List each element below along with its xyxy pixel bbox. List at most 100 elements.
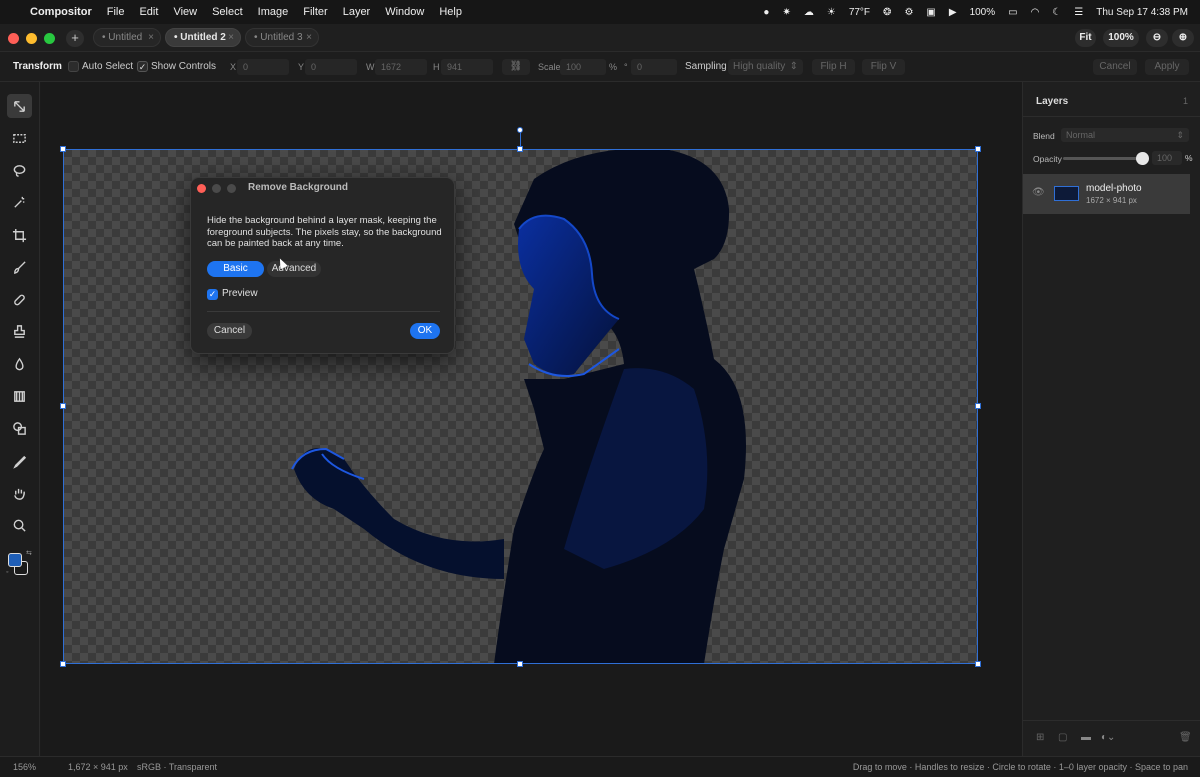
layer-name[interactable]: model-photo bbox=[1086, 183, 1142, 194]
menu-layer[interactable]: Layer bbox=[343, 6, 371, 18]
menu-edit[interactable]: Edit bbox=[139, 6, 158, 18]
dialog-divider bbox=[207, 311, 440, 312]
menu-app-name[interactable]: Compositor bbox=[30, 6, 92, 18]
trash-icon[interactable]: 🗑 bbox=[1179, 732, 1192, 743]
menu-select[interactable]: Select bbox=[212, 6, 243, 18]
tab-close-icon[interactable]: × bbox=[306, 29, 312, 46]
stamp-tool-icon[interactable] bbox=[7, 319, 32, 343]
reset-colors-icon[interactable]: ◦ bbox=[6, 569, 8, 576]
swap-colors-icon[interactable]: ⇆ bbox=[26, 549, 32, 557]
control-icon[interactable]: ⚙ bbox=[904, 7, 913, 18]
rotate-handle[interactable] bbox=[517, 127, 523, 133]
move-tool-icon[interactable] bbox=[7, 94, 32, 118]
menu-file[interactable]: File bbox=[107, 6, 125, 18]
dialog-title: Remove Background bbox=[248, 182, 349, 193]
new-folder-icon[interactable]: ▢ bbox=[1058, 732, 1067, 743]
foreground-color-swatch[interactable] bbox=[8, 553, 22, 567]
handle-top-right[interactable] bbox=[975, 146, 981, 152]
mode-basic-button[interactable]: Basic bbox=[207, 261, 264, 277]
control-center-icon[interactable]: ☰ bbox=[1074, 7, 1083, 18]
weather-icon[interactable]: ☀ bbox=[827, 7, 836, 18]
blend-mode-select[interactable]: Normal ⇕ bbox=[1061, 128, 1189, 142]
status-zoom: 156% bbox=[13, 762, 37, 772]
maximize-window-button[interactable] bbox=[44, 33, 55, 44]
layer-row[interactable]: 👁 model-photo 1672 × 941 px bbox=[1023, 174, 1190, 214]
moon-icon[interactable]: ☾ bbox=[1052, 7, 1061, 18]
dialog-close-button[interactable] bbox=[197, 184, 206, 193]
marquee-tool-icon[interactable] bbox=[7, 126, 32, 150]
handle-top-left[interactable] bbox=[60, 146, 66, 152]
mask-icon[interactable]: ▬ bbox=[1081, 732, 1091, 743]
handle-bottom-left[interactable] bbox=[60, 661, 66, 667]
menu-help[interactable]: Help bbox=[439, 6, 462, 18]
handle-bottom-right[interactable] bbox=[975, 661, 981, 667]
apply-transform-button[interactable]: Apply bbox=[1145, 59, 1189, 75]
hand-tool-icon[interactable] bbox=[7, 481, 32, 505]
play-icon[interactable]: ▶ bbox=[949, 7, 957, 18]
eye-icon[interactable]: 👁 bbox=[1032, 187, 1045, 198]
opacity-field[interactable]: 100 bbox=[1152, 151, 1182, 165]
auto-select-label: Auto Select bbox=[82, 61, 134, 72]
menu-view[interactable]: View bbox=[173, 6, 197, 18]
weather-temp[interactable]: 77°F bbox=[849, 7, 870, 18]
mode-advanced-button[interactable]: Advanced bbox=[267, 261, 321, 277]
zoom-in-icon[interactable]: ⊕ bbox=[1172, 29, 1194, 47]
minimize-window-button[interactable] bbox=[26, 33, 37, 44]
chatgpt-icon[interactable]: ❂ bbox=[883, 7, 891, 18]
dialog-cancel-button[interactable]: Cancel bbox=[207, 323, 252, 339]
cancel-transform-button[interactable]: Cancel bbox=[1093, 59, 1137, 75]
handle-top-center[interactable] bbox=[517, 146, 523, 152]
preview-checkbox[interactable]: ✓ bbox=[207, 289, 218, 300]
show-controls-checkbox[interactable]: ✓ bbox=[137, 61, 148, 72]
flip-v-button[interactable]: Flip V bbox=[862, 59, 905, 75]
blur-tool-icon[interactable] bbox=[7, 352, 32, 376]
magic-wand-tool-icon[interactable] bbox=[7, 190, 32, 214]
zoom-out-icon[interactable]: ⊖ bbox=[1146, 29, 1168, 47]
auto-select-checkbox[interactable] bbox=[68, 61, 79, 72]
eyedropper-tool-icon[interactable] bbox=[7, 449, 32, 473]
new-tab-button[interactable]: + bbox=[66, 30, 84, 47]
y-field[interactable]: 0 bbox=[305, 59, 357, 75]
close-window-button[interactable] bbox=[8, 33, 19, 44]
battery-icon[interactable]: ▭ bbox=[1008, 7, 1017, 18]
flip-h-button[interactable]: Flip H bbox=[812, 59, 855, 75]
opacity-slider-knob[interactable] bbox=[1136, 152, 1149, 165]
menu-image[interactable]: Image bbox=[258, 6, 289, 18]
dialog-ok-button[interactable]: OK bbox=[410, 323, 440, 339]
tab-close-icon[interactable]: × bbox=[148, 29, 154, 46]
cloud-icon[interactable]: ☁ bbox=[804, 7, 814, 18]
screen-mirror-icon[interactable]: ▣ bbox=[926, 7, 935, 18]
height-field[interactable]: 941 bbox=[441, 59, 493, 75]
tab-untitled-2[interactable]: • Untitled 2 × bbox=[165, 28, 241, 47]
gradient-tool-icon[interactable] bbox=[7, 384, 32, 408]
wifi-icon[interactable]: ◠ bbox=[1031, 7, 1040, 18]
menu-filter[interactable]: Filter bbox=[303, 6, 327, 18]
adjustment-icon[interactable]: ◐⌄ bbox=[1101, 732, 1115, 743]
handle-middle-left[interactable] bbox=[60, 403, 66, 409]
scale-field[interactable]: 100 bbox=[560, 59, 606, 75]
sampling-select[interactable]: High quality ⇕ bbox=[728, 59, 803, 75]
zoom-tool-icon[interactable] bbox=[7, 513, 32, 537]
handle-bottom-center[interactable] bbox=[517, 661, 523, 667]
lasso-tool-icon[interactable] bbox=[7, 158, 32, 182]
link-icon[interactable]: ⛓ bbox=[502, 59, 530, 75]
record-icon[interactable]: ● bbox=[763, 7, 769, 18]
tab-untitled-3[interactable]: • Untitled 3 × bbox=[245, 28, 319, 47]
x-field[interactable]: 0 bbox=[237, 59, 289, 75]
shape-tool-icon[interactable] bbox=[7, 416, 32, 440]
opacity-slider[interactable] bbox=[1063, 157, 1145, 160]
brush-tool-icon[interactable] bbox=[7, 255, 32, 279]
healing-tool-icon[interactable] bbox=[7, 287, 32, 311]
clock[interactable]: Thu Sep 17 4:38 PM bbox=[1096, 7, 1188, 18]
crop-tool-icon[interactable] bbox=[7, 223, 32, 247]
tab-close-icon[interactable]: × bbox=[228, 29, 234, 46]
handle-middle-right[interactable] bbox=[975, 403, 981, 409]
zoom-level[interactable]: 100% bbox=[1103, 29, 1139, 47]
angle-field[interactable]: 0 bbox=[631, 59, 677, 75]
menu-window[interactable]: Window bbox=[385, 6, 424, 18]
new-layer-icon[interactable]: ⊞ bbox=[1036, 732, 1044, 743]
fit-button[interactable]: Fit bbox=[1075, 29, 1096, 47]
width-field[interactable]: 1672 bbox=[375, 59, 427, 75]
tab-untitled[interactable]: • Untitled × bbox=[93, 28, 161, 47]
brightness-icon[interactable]: ✷ bbox=[782, 7, 790, 18]
